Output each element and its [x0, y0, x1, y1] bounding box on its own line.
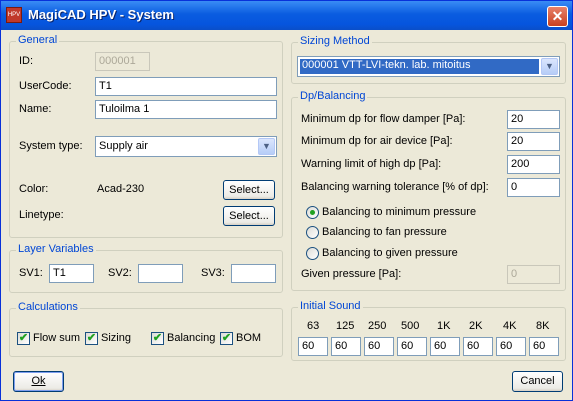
id-field: 000001: [95, 52, 150, 71]
sizing-checkbox[interactable]: ✔: [85, 332, 98, 345]
warning-high-label: Warning limit of high dp [Pa]:: [301, 158, 442, 170]
flow-sum-label: Flow sum: [33, 332, 81, 344]
band-label: 500: [401, 320, 420, 332]
band-label: 250: [368, 320, 387, 332]
radio-balancing-given-label: Balancing to given pressure: [322, 247, 458, 259]
band-label: 1K: [437, 320, 451, 332]
band-label: 63: [307, 320, 320, 332]
radio-balancing-minimum-label: Balancing to minimum pressure: [322, 206, 477, 218]
cancel-button[interactable]: Cancel: [512, 371, 563, 392]
usercode-label: UserCode:: [19, 80, 72, 92]
color-select-button[interactable]: Select...: [223, 180, 275, 200]
close-icon: ✕: [551, 8, 564, 24]
sound-field[interactable]: 60: [298, 337, 328, 356]
magicad-app-icon: HPV: [6, 7, 22, 23]
radio-balancing-minimum[interactable]: [306, 206, 319, 219]
tolerance-label: Balancing warning tolerance [% of dp]:: [301, 181, 489, 193]
dp-balancing-title: Dp/Balancing: [298, 90, 368, 102]
title-bar[interactable]: HPV MagiCAD HPV - System ✕: [1, 1, 572, 30]
radio-balancing-given[interactable]: [306, 247, 319, 260]
name-field[interactable]: Tuloilma 1: [95, 100, 277, 119]
window-title: MagiCAD HPV - System: [28, 7, 174, 22]
name-label: Name:: [19, 103, 52, 115]
tolerance-field[interactable]: 0: [507, 178, 560, 197]
sv1-field[interactable]: T1: [49, 264, 94, 283]
general-group-title: General: [16, 34, 60, 46]
sv2-label: SV2:: [108, 267, 132, 279]
band-label: 125: [336, 320, 355, 332]
sv1-label: SV1:: [19, 267, 43, 279]
usercode-field[interactable]: T1: [95, 77, 277, 96]
calculations-title: Calculations: [16, 301, 80, 313]
ok-button[interactable]: Ok: [13, 371, 64, 392]
sizing-method-title: Sizing Method: [298, 35, 372, 47]
sound-field[interactable]: 60: [331, 337, 361, 356]
sv2-field[interactable]: [138, 264, 183, 283]
radio-balancing-fan[interactable]: [306, 226, 319, 239]
system-type-select[interactable]: Supply air ▼: [95, 136, 277, 157]
linetype-label: Linetype:: [19, 209, 64, 221]
sizing-label: Sizing: [101, 332, 131, 344]
system-type-label: System type:: [19, 140, 83, 152]
sound-field[interactable]: 60: [397, 337, 427, 356]
flow-damper-label: Minimum dp for flow damper [Pa]:: [301, 113, 466, 125]
sound-field[interactable]: 60: [430, 337, 460, 356]
sound-field[interactable]: 60: [529, 337, 559, 356]
balancing-checkbox[interactable]: ✔: [151, 332, 164, 345]
sv3-label: SV3:: [201, 267, 225, 279]
given-pressure-field: 0: [507, 265, 560, 284]
flow-damper-field[interactable]: 20: [507, 110, 560, 129]
close-button[interactable]: ✕: [547, 6, 568, 27]
flow-sum-checkbox[interactable]: ✔: [17, 332, 30, 345]
band-label: 8K: [536, 320, 550, 332]
warning-high-field[interactable]: 200: [507, 155, 560, 174]
system-type-value: Supply air: [99, 140, 148, 152]
sound-field[interactable]: 60: [463, 337, 493, 356]
air-device-label: Minimum dp for air device [Pa]:: [301, 135, 453, 147]
sv3-field[interactable]: [231, 264, 276, 283]
sound-field[interactable]: 60: [364, 337, 394, 356]
given-pressure-label: Given pressure [Pa]:: [301, 268, 402, 280]
chevron-down-icon[interactable]: ▼: [541, 58, 558, 75]
air-device-field[interactable]: 20: [507, 132, 560, 151]
band-label: 2K: [469, 320, 483, 332]
band-label: 4K: [503, 320, 517, 332]
sizing-method-select[interactable]: 000001 VTT-LVI-tekn. lab. mitoitus ▼: [297, 56, 560, 77]
ok-button-label: Ok: [31, 375, 46, 387]
id-label: ID:: [19, 55, 34, 67]
linetype-select-button[interactable]: Select...: [223, 206, 275, 226]
initial-sound-title: Initial Sound: [298, 300, 363, 312]
bom-checkbox[interactable]: ✔: [220, 332, 233, 345]
color-label: Color:: [19, 183, 49, 195]
layer-variables-title: Layer Variables: [16, 243, 96, 255]
radio-balancing-fan-label: Balancing to fan pressure: [322, 226, 447, 238]
balancing-label: Balancing: [167, 332, 216, 344]
sound-field[interactable]: 60: [496, 337, 526, 356]
chevron-down-icon[interactable]: ▼: [258, 138, 275, 155]
color-value: Acad-230: [97, 183, 145, 195]
bom-label: BOM: [236, 332, 262, 344]
system-dialog: HPV MagiCAD HPV - System ✕ General ID: 0…: [0, 0, 573, 401]
sizing-method-value: 000001 VTT-LVI-tekn. lab. mitoitus: [300, 59, 539, 74]
